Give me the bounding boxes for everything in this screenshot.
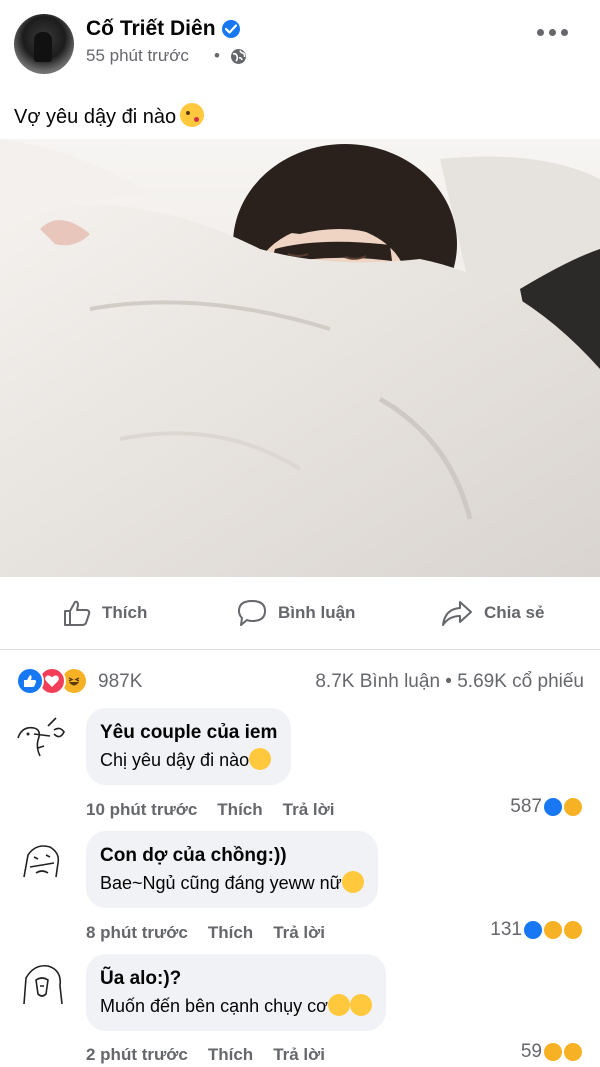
comment-reply-button[interactable]: Trả lời — [273, 1045, 325, 1065]
pointing-hands-emoji-icon — [349, 994, 372, 1016]
comment-timestamp[interactable]: 8 phút trước — [86, 923, 188, 943]
sad-reaction-icon — [562, 1041, 584, 1063]
comment-reaction-count: 59 — [520, 1041, 542, 1062]
like-reaction-icon — [542, 796, 564, 818]
comment-button-label: Bình luận — [278, 603, 356, 622]
comment-text-content: Bae~Ngủ cũng đáng yeww nữ — [100, 873, 342, 893]
kissing-face-emoji-icon — [180, 103, 205, 127]
comment-author[interactable]: Ũa alo:)? — [100, 966, 372, 992]
like-reaction-icon — [522, 919, 544, 941]
like-button[interactable]: Thích — [62, 588, 147, 638]
reaction-stats: 987K 8.7K Bình luận • 5.69K cổ phiếu — [0, 665, 600, 699]
reaction-count[interactable]: 987K — [98, 671, 142, 693]
comment-reaction-count: 587 — [510, 796, 542, 817]
comment-reply-button[interactable]: Trả lời — [283, 800, 335, 820]
comment-reactions[interactable]: 131 — [490, 919, 584, 941]
post-caption: Vợ yêu dậy đi nào — [14, 103, 205, 129]
haha-reaction-icon — [562, 919, 584, 941]
comment-text-content: Chị yêu dậy đi nào — [100, 750, 250, 770]
comment-bubble: Ũa alo:)? Muốn đến bên cạnh chụy cơ — [86, 954, 386, 1031]
globe-icon — [230, 48, 247, 65]
post-timestamp[interactable]: 55 phút trước — [86, 46, 189, 66]
post-photo[interactable] — [0, 139, 600, 577]
reaction-icons[interactable] — [16, 667, 96, 695]
laughing-emoji-icon — [249, 748, 272, 770]
author-avatar[interactable] — [14, 14, 74, 74]
post-action-bar: Thích Bình luận Chia sẻ — [0, 588, 600, 638]
care-reaction-icon — [542, 919, 564, 941]
comment-author[interactable]: Yêu couple của iem — [100, 720, 277, 746]
comment-reaction-count: 131 — [490, 919, 522, 940]
commenter-avatar[interactable] — [14, 708, 70, 764]
meta-separator: • — [214, 46, 220, 65]
divider — [0, 649, 600, 650]
comment-timestamp[interactable]: 2 phút trước — [86, 1045, 188, 1065]
comment-author[interactable]: Con dợ của chồng:)) — [100, 843, 364, 869]
pointing-hands-emoji-icon — [327, 994, 350, 1016]
post-header: Cố Triết Diên 55 phút trước • — [0, 0, 600, 90]
comment-reactions[interactable]: 587 — [510, 796, 584, 818]
comment-share-counts[interactable]: 8.7K Bình luận • 5.69K cổ phiếu — [315, 671, 584, 693]
comment-like-button[interactable]: Thích — [208, 923, 253, 943]
thumbs-up-icon — [64, 600, 91, 626]
comment-text: Muốn đến bên cạnh chụy cơ — [100, 992, 372, 1020]
comment-text-content: Muốn đến bên cạnh chụy cơ — [100, 996, 328, 1016]
comment-text: Bae~Ngủ cũng đáng yeww nữ — [100, 869, 364, 897]
comment-bubble: Con dợ của chồng:)) Bae~Ngủ cũng đáng ye… — [86, 831, 378, 908]
share-button[interactable]: Chia sẻ — [440, 588, 544, 638]
comment-like-button[interactable]: Thích — [208, 1045, 253, 1065]
comment-meta: 10 phút trước Thích Trả lời — [86, 800, 334, 820]
like-button-label: Thích — [102, 603, 148, 622]
speech-bubble-icon — [238, 600, 266, 626]
more-options-icon[interactable] — [537, 28, 569, 38]
haha-reaction-icon — [562, 796, 584, 818]
comment-bubble: Yêu couple của iem Chị yêu dậy đi nào — [86, 708, 292, 785]
share-button-label: Chia sẻ — [484, 603, 545, 622]
comment-text: Chị yêu dậy đi nào — [100, 746, 277, 774]
comment-reply-button[interactable]: Trả lời — [273, 923, 325, 943]
pleading-face-emoji-icon — [341, 871, 364, 893]
post-caption-text: Vợ yêu dậy đi nào — [14, 106, 177, 128]
comment-timestamp[interactable]: 10 phút trước — [86, 800, 197, 820]
comment-button[interactable]: Bình luận — [236, 588, 355, 638]
commenter-avatar[interactable] — [14, 958, 70, 1014]
haha-reaction-icon — [542, 1041, 564, 1063]
author-name[interactable]: Cố Triết Diên — [86, 17, 216, 41]
comment-reactions[interactable]: 59 — [521, 1041, 584, 1063]
share-arrow-icon — [442, 601, 472, 626]
comment-meta: 2 phút trước Thích Trả lời — [86, 1045, 325, 1065]
commenter-avatar[interactable] — [14, 833, 70, 889]
comment-like-button[interactable]: Thích — [217, 800, 262, 820]
comment-meta: 8 phút trước Thích Trả lời — [86, 923, 325, 943]
verified-badge-icon — [222, 20, 240, 38]
like-reaction-icon — [16, 667, 44, 695]
